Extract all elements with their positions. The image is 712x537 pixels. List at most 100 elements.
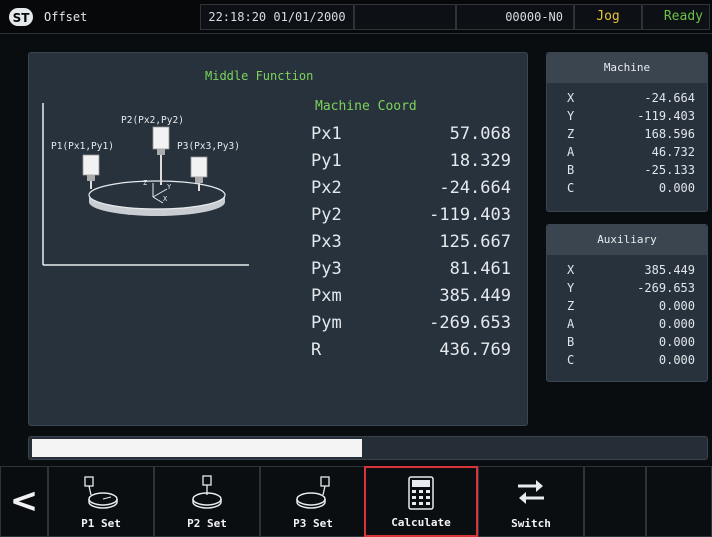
axis-value: 0.000 [658, 335, 695, 349]
probe-point-2-icon [192, 475, 222, 509]
datetime-display: 22:18:20 01/01/2000 [200, 4, 354, 30]
back-button[interactable]: < [0, 466, 48, 537]
machine-axis-a: A 46.732 [567, 145, 695, 160]
coord-row-pym: Pym -269.653 [311, 312, 511, 334]
p3-label: P3(Px3,Py3) [177, 141, 240, 152]
program-number: 00000-N0 [456, 4, 574, 30]
axis-value: 0.000 [658, 353, 695, 367]
machine-coord-panel: Machine X -24.664 Y -119.403 Z 168.596 A 46.… [546, 52, 708, 212]
axis-value: -25.133 [644, 163, 695, 177]
axis-name: Z [567, 127, 575, 141]
probe-point-3-icon [296, 476, 330, 509]
status-spacer [354, 4, 456, 30]
mode-text: Jog [596, 9, 620, 24]
machine-panel-title: Machine [547, 53, 707, 83]
coord-label: Pym [311, 313, 342, 333]
softkey-toolbar: < P1 Set P2 Set P3 Set Calculate Switch [0, 466, 712, 537]
button-label: P2 Set [187, 517, 227, 530]
status-indicator: Ready [642, 4, 710, 30]
p1-label: P1(Px1,Py1) [51, 141, 114, 152]
coord-value: -24.664 [439, 178, 511, 198]
p2-label: P2(Px2,Py2) [121, 115, 184, 126]
coord-label: Px3 [311, 232, 342, 252]
status-text: Ready [663, 9, 703, 24]
coord-row-px1: Px1 57.068 [311, 123, 511, 145]
auxiliary-panel-title: Auxiliary [547, 225, 707, 255]
auxiliary-coord-panel: Auxiliary X 385.449 Y -269.653 Z 0.000 A 0.0… [546, 224, 708, 382]
aux-axis-z: Z 0.000 [567, 299, 695, 314]
st-logo-icon: ST [9, 8, 33, 26]
axis-value: 0.000 [658, 299, 695, 313]
axis-value: 385.449 [644, 263, 695, 277]
aux-axis-c: C 0.000 [567, 353, 695, 368]
machine-axis-b: B -25.133 [567, 163, 695, 178]
coord-value: 81.461 [449, 259, 511, 279]
program-text: 00000-N0 [505, 10, 563, 24]
coord-row-pxm: Pxm 385.449 [311, 285, 511, 307]
coord-label: Pxm [311, 286, 342, 306]
axis-name: C [567, 353, 575, 367]
three-point-probe-diagram: Z Y X P1(Px1,Py1) P2(Px2,Py2) P3(Px3,Py3… [42, 103, 249, 266]
axis-name: B [567, 163, 575, 177]
probe-p2-icon [152, 126, 170, 185]
button-label: Switch [511, 517, 551, 530]
coord-row-px3: Px3 125.667 [311, 231, 511, 253]
axis-label-z: Z [143, 179, 147, 187]
coord-row-py3: Py3 81.461 [311, 258, 511, 280]
svg-text:ST: ST [13, 11, 31, 25]
progress-bar [28, 436, 708, 460]
axis-value: -119.403 [637, 109, 695, 123]
axis-value: 0.000 [658, 317, 695, 331]
axis-name: A [567, 317, 575, 331]
top-status-bar: ST Offset 22:18:20 01/01/2000 00000-N0 J… [0, 0, 712, 34]
coord-label: Px2 [311, 178, 342, 198]
coord-row-py1: Py1 18.329 [311, 150, 511, 172]
aux-axis-x: X 385.449 [567, 263, 695, 278]
coord-value: 125.667 [439, 232, 511, 252]
switch-arrows-icon [518, 480, 544, 504]
coord-label: Py1 [311, 151, 342, 171]
coord-value: -119.403 [429, 205, 511, 225]
machine-axis-y: Y -119.403 [567, 109, 695, 124]
p3-set-button[interactable]: P3 Set [260, 466, 366, 537]
coord-value: 57.068 [449, 124, 511, 144]
coord-row-r: R 436.769 [311, 339, 511, 361]
machine-axis-x: X -24.664 [567, 91, 695, 106]
coord-label: Px1 [311, 124, 342, 144]
middle-function-panel: Middle Function Machine Coord Z Y X P1(P… [28, 52, 528, 426]
coord-value: -269.653 [429, 313, 511, 333]
axis-value: 0.000 [658, 181, 695, 195]
switch-button[interactable]: Switch [478, 466, 584, 537]
aux-axis-y: Y -269.653 [567, 281, 695, 296]
coord-row-px2: Px2 -24.664 [311, 177, 511, 199]
calculate-button[interactable]: Calculate [364, 466, 478, 537]
axis-value: 168.596 [644, 127, 695, 141]
axis-name: Y [567, 109, 575, 123]
probe-point-1-icon [84, 476, 118, 509]
empty-softkey[interactable] [646, 466, 712, 537]
empty-softkey[interactable] [584, 466, 646, 537]
button-label: P1 Set [81, 517, 121, 530]
mode-indicator: Jog [574, 4, 642, 30]
axis-name: A [567, 145, 575, 159]
axis-name: B [567, 335, 575, 349]
axis-name: Z [567, 299, 575, 313]
machine-coord-title: Machine Coord [315, 99, 417, 114]
coord-row-py2: Py2 -119.403 [311, 204, 511, 226]
button-label: P3 Set [293, 517, 333, 530]
axis-value: 46.732 [651, 145, 695, 159]
progress-fill [32, 439, 362, 457]
p2-set-button[interactable]: P2 Set [154, 466, 260, 537]
axis-value: -269.653 [637, 281, 695, 295]
datetime-text: 22:18:20 01/01/2000 [208, 10, 346, 24]
coord-label: Py3 [311, 259, 342, 279]
aux-axis-a: A 0.000 [567, 317, 695, 332]
axis-name: Y [567, 281, 575, 295]
coord-value: 18.329 [449, 151, 511, 171]
p1-set-button[interactable]: P1 Set [48, 466, 154, 537]
coord-label: Py2 [311, 205, 342, 225]
axis-value: -24.664 [644, 91, 695, 105]
page-title: Offset [44, 10, 88, 24]
coord-value: 385.449 [439, 286, 511, 306]
button-label: Calculate [391, 516, 451, 529]
